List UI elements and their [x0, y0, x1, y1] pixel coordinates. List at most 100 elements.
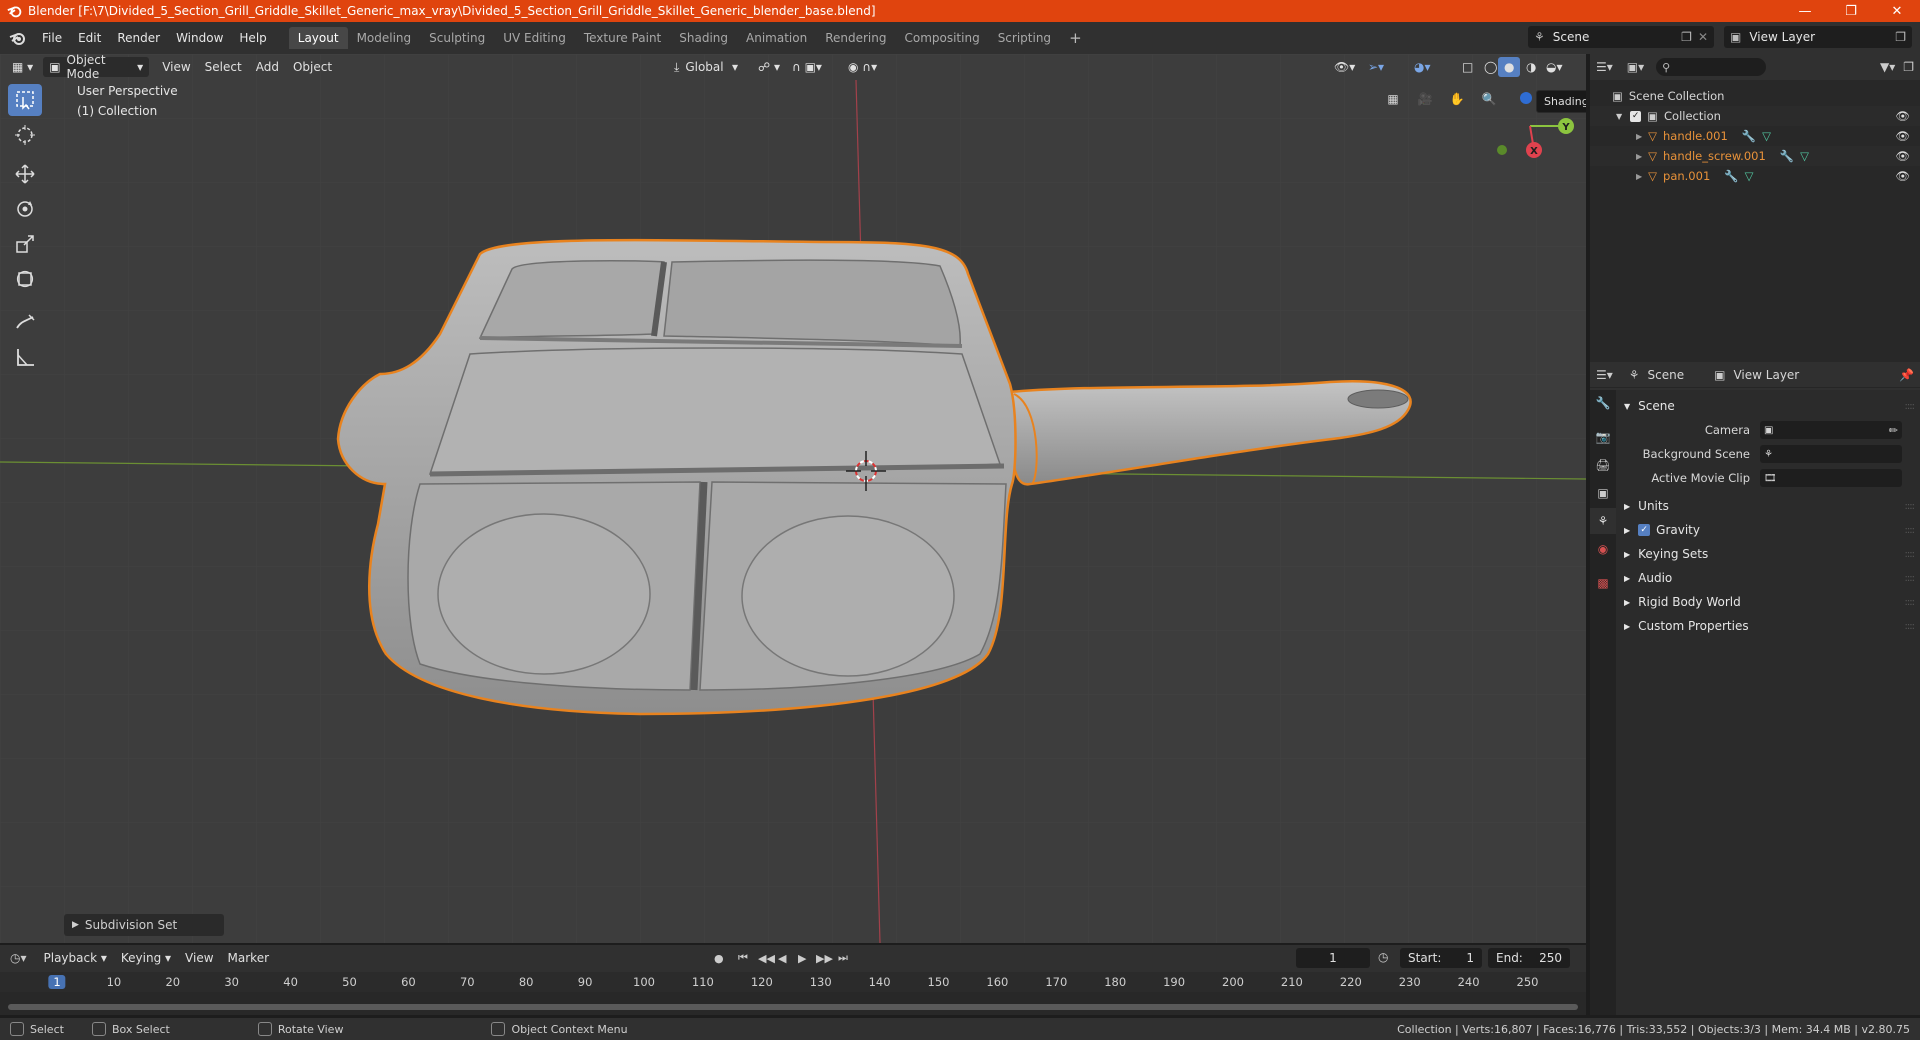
- last-operator-panel[interactable]: ▶ Subdivision Set: [64, 914, 224, 936]
- current-frame-field[interactable]: 1: [1296, 948, 1370, 968]
- view-layer-selector[interactable]: ▣ View Layer ❐: [1724, 26, 1912, 48]
- gravity-panel-header[interactable]: ▶ ✓ Gravity ::::: [1616, 518, 1920, 542]
- modifier-wrench-icon[interactable]: 🔧: [1780, 149, 1794, 163]
- expand-toggle-icon[interactable]: ▶: [1636, 132, 1642, 141]
- filter-icon[interactable]: ▼▾: [1880, 60, 1895, 74]
- mode-selector[interactable]: ▣ Object Mode ▾: [43, 54, 150, 81]
- active-movie-clip-field[interactable]: 🎞: [1760, 469, 1902, 487]
- pin-icon[interactable]: 📌: [1899, 368, 1914, 382]
- tab-scripting[interactable]: Scripting: [989, 27, 1060, 49]
- jump-keyframe-back-icon[interactable]: ◀◀: [758, 952, 775, 965]
- modifier-wrench-icon[interactable]: 🔧: [1724, 169, 1738, 183]
- gravity-checkbox[interactable]: ✓: [1638, 524, 1651, 536]
- outliner-search-input[interactable]: ⚲: [1656, 58, 1767, 76]
- viewport-menu-object[interactable]: Object: [286, 60, 339, 74]
- zoom-view-icon[interactable]: 🔍: [1476, 86, 1502, 112]
- outliner-editor-icon[interactable]: ☰▾: [1596, 60, 1613, 74]
- tab-modeling[interactable]: Modeling: [348, 27, 421, 49]
- eyedropper-icon[interactable]: ✏: [1889, 424, 1898, 437]
- outliner-object-row[interactable]: ▶ ▽ pan.001 🔧 ▽ 👁: [1590, 166, 1920, 186]
- xray-toggle-icon[interactable]: □: [1456, 57, 1479, 77]
- tab-shading[interactable]: Shading: [670, 27, 737, 49]
- texture-tab-icon[interactable]: ▩: [1590, 570, 1616, 596]
- visibility-icon[interactable]: 👁▾: [1328, 57, 1361, 77]
- select-box-tool[interactable]: [8, 84, 42, 116]
- mesh-data-icon[interactable]: ▽: [1800, 149, 1809, 163]
- viewport-menu-add[interactable]: Add: [249, 60, 286, 74]
- menu-window[interactable]: Window: [168, 28, 231, 48]
- blender-menu-icon[interactable]: [8, 28, 28, 48]
- timeline-scrollbar[interactable]: [8, 1004, 1578, 1010]
- end-frame-field[interactable]: End: 250: [1488, 948, 1570, 968]
- custom-properties-panel-header[interactable]: ▶ Custom Properties ::::: [1616, 614, 1920, 638]
- menu-file[interactable]: File: [34, 28, 70, 48]
- expand-toggle-icon[interactable]: ▶: [1636, 152, 1642, 161]
- view-layer-tab-icon[interactable]: ▣: [1590, 480, 1616, 506]
- outliner-object-row[interactable]: ▶ ▽ handle.001 🔧 ▽ 👁: [1590, 126, 1920, 146]
- tab-sculpting[interactable]: Sculpting: [420, 27, 494, 49]
- minimize-button[interactable]: —: [1782, 0, 1828, 22]
- snap-icon[interactable]: ∩ ▣▾: [786, 57, 828, 77]
- rendered-shading-icon[interactable]: ◒▾: [1540, 57, 1569, 77]
- viewport-menu-select[interactable]: Select: [198, 60, 249, 74]
- timeline-menu-playback[interactable]: Playback ▾: [37, 951, 114, 965]
- drag-handle-icon[interactable]: ::::: [1905, 401, 1916, 412]
- modifier-wrench-icon[interactable]: 🔧: [1742, 129, 1756, 143]
- outliner-collection-row[interactable]: ▼ ✓ ▣ Collection 👁: [1590, 106, 1920, 126]
- keying-sets-panel-header[interactable]: ▶ Keying Sets ::::: [1616, 542, 1920, 566]
- annotate-tool[interactable]: [8, 306, 42, 338]
- mesh-data-icon[interactable]: ▽: [1745, 169, 1754, 183]
- timeline-ruler[interactable]: 1 10 20 30 40 50 60 70 80 90 100 110 120 130 140 150 160…: [0, 972, 1586, 1015]
- world-tab-icon[interactable]: ◉: [1590, 536, 1616, 562]
- new-view-layer-icon[interactable]: ❐: [1895, 30, 1906, 44]
- remove-scene-icon[interactable]: ✕: [1698, 30, 1708, 44]
- context-view-layer-label[interactable]: View Layer: [1733, 368, 1799, 382]
- tool-tab-icon[interactable]: 🔧: [1590, 390, 1616, 416]
- viewport-menu-view[interactable]: View: [155, 60, 197, 74]
- transform-tool[interactable]: [8, 263, 42, 295]
- display-mode-icon[interactable]: ▣▾: [1627, 60, 1644, 74]
- drag-handle-icon[interactable]: ::::: [1905, 501, 1916, 512]
- units-panel-header[interactable]: ▶ Units ::::: [1616, 494, 1920, 518]
- timeline-body[interactable]: [0, 992, 1586, 1015]
- drag-handle-icon[interactable]: ::::: [1905, 621, 1916, 632]
- tab-texture-paint[interactable]: Texture Paint: [575, 27, 670, 49]
- background-scene-field[interactable]: ⚘: [1760, 445, 1902, 463]
- proportional-editing-icon[interactable]: ◉ ∩▾: [842, 57, 883, 77]
- menu-edit[interactable]: Edit: [70, 28, 109, 48]
- properties-editor-icon[interactable]: ☰▾: [1596, 368, 1613, 382]
- render-tab-icon[interactable]: 📷: [1590, 424, 1616, 450]
- jump-keyframe-forward-icon[interactable]: ▶▶: [816, 952, 833, 965]
- drag-handle-icon[interactable]: ::::: [1905, 573, 1916, 584]
- scene-panel-header[interactable]: ▼ Scene ::::: [1616, 394, 1920, 418]
- editor-type-icon[interactable]: ▦ ▾: [6, 57, 39, 77]
- output-tab-icon[interactable]: 🖨: [1590, 452, 1616, 478]
- drag-handle-icon[interactable]: ::::: [1905, 549, 1916, 560]
- 3d-viewport[interactable]: Y X ▦ ▾ ▣ Object Mode ▾ View Select Add …: [0, 54, 1586, 943]
- new-collection-icon[interactable]: ❐: [1903, 60, 1914, 74]
- jump-end-icon[interactable]: ⏭: [838, 951, 848, 965]
- solid-shading-icon[interactable]: ●: [1498, 57, 1521, 77]
- measure-tool[interactable]: [8, 341, 42, 373]
- rotate-tool[interactable]: [8, 193, 42, 225]
- move-tool[interactable]: [8, 158, 42, 190]
- jump-start-icon[interactable]: ⏮: [738, 951, 748, 965]
- scene-selector[interactable]: ⚘ Scene ❐ ✕: [1528, 26, 1714, 48]
- close-button[interactable]: ✕: [1874, 0, 1920, 22]
- transform-orientation-selector[interactable]: ⤓ Global ▾: [668, 57, 744, 77]
- outliner-object-row[interactable]: ▶ ▽ handle_screw.001 🔧 ▽ 👁: [1590, 146, 1920, 166]
- eye-icon[interactable]: 👁: [1895, 149, 1910, 163]
- clock-icon[interactable]: ◷: [1378, 950, 1388, 964]
- timeline-editor-icon[interactable]: ◷▾: [10, 951, 27, 965]
- audio-panel-header[interactable]: ▶ Audio ::::: [1616, 566, 1920, 590]
- pivot-point-icon[interactable]: ☍ ▾: [752, 57, 786, 77]
- expand-toggle-icon[interactable]: ▼: [1616, 112, 1622, 121]
- drag-handle-icon[interactable]: ::::: [1905, 525, 1916, 536]
- collection-checkbox[interactable]: ✓: [1630, 110, 1642, 122]
- add-workspace-icon[interactable]: +: [1060, 27, 1091, 49]
- play-reverse-icon[interactable]: ◀: [778, 952, 786, 965]
- tab-layout[interactable]: Layout: [288, 27, 348, 49]
- scale-tool[interactable]: [8, 228, 42, 260]
- start-frame-field[interactable]: Start: 1: [1400, 948, 1482, 968]
- scene-tab-icon[interactable]: ⚘: [1590, 508, 1616, 534]
